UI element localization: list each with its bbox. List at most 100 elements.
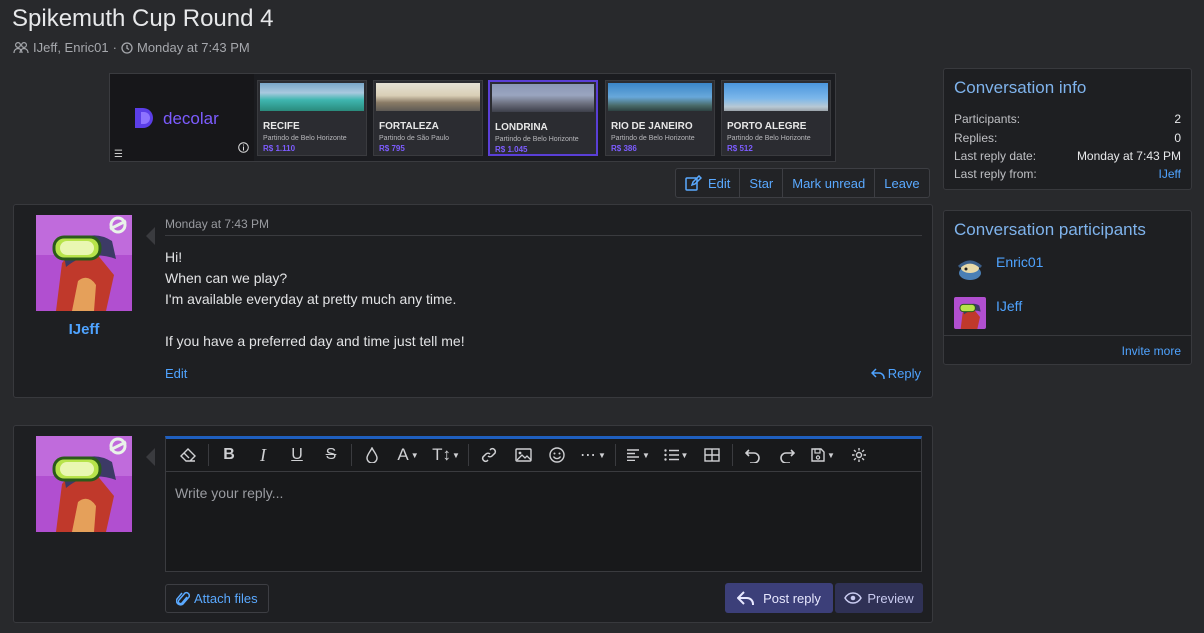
insert-table-button[interactable] [696,441,728,469]
message-date[interactable]: Monday at 7:43 PM [165,217,269,231]
star-label: Star [749,175,774,191]
reply-label: Reply [887,366,921,381]
ad-card-price: R$ 795 [379,144,405,153]
participant-item[interactable]: Enric01 [954,253,1043,285]
preview-button[interactable]: Preview [835,583,923,613]
message-user-panel: IJeff [14,205,154,397]
list-icon [663,449,679,461]
eye-icon [844,592,863,604]
avatar[interactable] [954,253,986,285]
ad-card-porto-alegre[interactable]: PORTO ALEGRE Partindo de Belo Horizonte … [721,80,831,156]
chevron-down-icon: ▼ [451,450,460,460]
font-size-button[interactable]: T↕ ▼ [428,441,464,469]
conversation-date: Monday at 7:43 PM [136,40,250,55]
message-line: When can we play? [165,270,288,286]
rich-text-editor: B I U S A ▼ T↕ ▼ ⋯ ▼ ▼ ▼ ▼ Write your reply… [165,436,922,572]
post-reply-button[interactable]: Post reply [725,583,833,613]
redo-button[interactable] [771,441,803,469]
font-family-button[interactable]: A ▼ [390,441,426,469]
ad-menu-icon[interactable]: ☰ [114,149,123,160]
message-author[interactable]: IJeff [14,321,154,338]
smiley-icon [549,447,565,463]
strikethrough-button[interactable]: S [315,441,347,469]
toolbar-separator [615,444,616,466]
text-color-button[interactable] [356,441,388,469]
leave-button[interactable]: Leave [875,169,928,197]
underline-button[interactable]: U [281,441,313,469]
attach-files-button[interactable]: Attach files [165,584,269,613]
underline-icon: U [291,446,303,463]
participant-name[interactable]: Enric01 [996,254,1043,270]
font-size-icon: T↕ [432,445,451,464]
conversation-actions: Edit Star Mark unread Leave [675,168,930,198]
post-reply-label: Post reply [763,590,821,606]
ad-card-recife[interactable]: RECIFE Partindo de Belo Horizonte R$ 1.1… [257,80,367,156]
ad-card-fortaleza[interactable]: FORTALEZA Partindo de São Paulo R$ 795 [373,80,483,156]
insert-link-button[interactable] [473,441,505,469]
avatar[interactable] [954,297,986,329]
ad-card-londrina[interactable]: LONDRINA Partindo de Belo Horizonte R$ 1… [488,80,598,156]
message-line [165,310,465,331]
clear-formatting-button[interactable] [172,441,204,469]
italic-button[interactable]: I [247,441,279,469]
strikethrough-icon: S [325,446,337,463]
star-button[interactable]: Star [740,169,784,197]
participant-item[interactable]: IJeff [954,297,1022,329]
more-options-button[interactable]: ⋯ ▼ [575,441,611,469]
mark-unread-button[interactable]: Mark unread [783,169,876,197]
info-value: Monday at 7:43 PM [1076,149,1181,163]
toolbar-separator [732,444,733,466]
edit-conversation-button[interactable]: Edit [676,169,741,197]
ad-card-city: FORTALEZA [379,121,439,132]
drafts-button[interactable]: ▼ [805,441,841,469]
insert-emoji-button[interactable] [541,441,573,469]
align-left-icon [626,449,640,461]
chevron-down-icon: ▼ [680,450,689,460]
redo-icon [779,447,795,463]
edit-label: Edit [708,175,731,191]
avatar[interactable] [36,436,132,532]
ad-info-icon[interactable] [238,142,249,153]
italic-icon: I [260,444,266,465]
bold-icon: B [223,446,235,463]
edit-icon [685,175,702,191]
chevron-down-icon: ▼ [410,450,419,460]
avatar[interactable] [36,215,132,311]
message-body: Hi! When can we play? I'm available ever… [165,247,465,352]
reply-input[interactable]: Write your reply... [166,473,921,571]
preview-label: Preview [867,590,914,606]
participants-list: IJeff, Enric01 [33,40,109,55]
attach-files-label: Attach files [194,591,258,606]
info-row-last-reply-date: Last reply date: Monday at 7:43 PM [954,149,1181,163]
divider [165,235,922,236]
insert-image-button[interactable] [507,441,539,469]
ad-card-price: R$ 512 [727,144,753,153]
align-button[interactable]: ▼ [620,441,656,469]
info-row-replies: Replies: 0 [954,131,1181,145]
ad-card-image [492,84,594,112]
info-row-participants: Participants: 2 [954,112,1181,126]
last-reply-from-link[interactable]: IJeff [1159,167,1181,181]
reply-icon [870,367,885,380]
message-edit-link[interactable]: Edit [165,366,187,381]
info-label: Replies: [954,131,998,145]
ad-card-city: RIO DE JANEIRO [611,121,693,132]
toolbar-separator [208,444,209,466]
ad-banner[interactable]: decolar ☰ RECIFE Partindo de Belo Horizo… [109,73,836,162]
editor-settings-button[interactable] [843,441,875,469]
message-line: Hi! [165,249,183,265]
message-reply-link[interactable]: Reply [870,366,921,381]
list-button[interactable]: ▼ [658,441,694,469]
participant-name[interactable]: IJeff [996,298,1022,314]
invite-more-link[interactable]: Invite more [1122,344,1181,358]
ad-card-image [724,83,828,111]
ad-card-origin: Partindo de São Paulo [379,135,450,142]
gear-icon [851,447,867,463]
info-label: Last reply date: [954,149,1037,163]
ad-logo-panel[interactable]: decolar ☰ [110,74,254,161]
leave-label: Leave [884,175,920,191]
bold-button[interactable]: B [213,441,245,469]
undo-button[interactable] [737,441,769,469]
ad-card-city: LONDRINA [495,122,548,133]
ad-card-rio-de-janeiro[interactable]: RIO DE JANEIRO Partindo de Belo Horizont… [605,80,715,156]
